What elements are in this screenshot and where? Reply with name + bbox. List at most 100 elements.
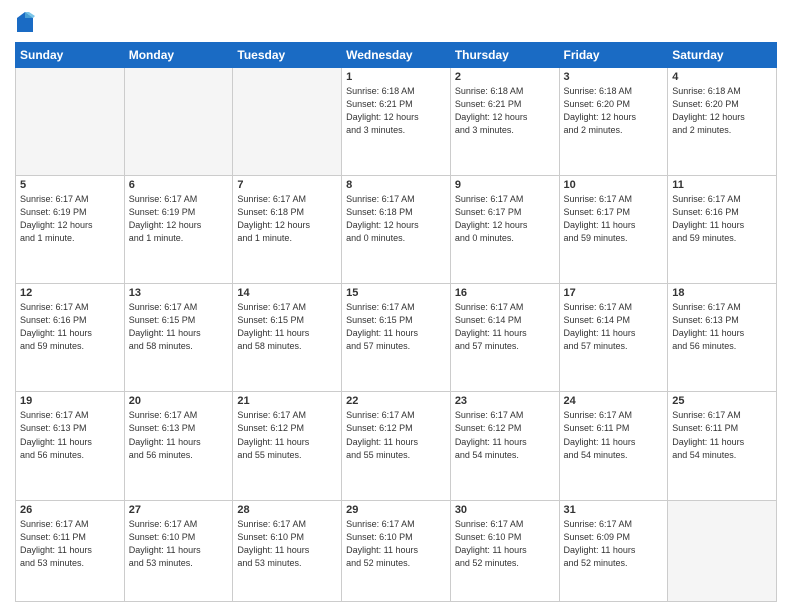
day-info: Sunrise: 6:17 AM Sunset: 6:12 PM Dayligh…: [237, 409, 337, 461]
calendar-cell: 16 Sunrise: 6:17 AM Sunset: 6:14 PM Dayli…: [450, 284, 559, 392]
day-info: Sunrise: 6:17 AM Sunset: 6:13 PM Dayligh…: [672, 301, 772, 353]
day-info: Sunrise: 6:17 AM Sunset: 6:15 PM Dayligh…: [346, 301, 446, 353]
calendar-cell: 13Sunrise: 6:17 AM Sunset: 6:15 PM Dayli…: [124, 284, 233, 392]
day-info: Sunrise: 6:17 AM Sunset: 6:15 PM Dayligh…: [129, 301, 229, 353]
day-number: 7: [237, 179, 337, 191]
calendar-cell: 19 Sunrise: 6:17 AM Sunset: 6:13 PM Dayli…: [16, 392, 125, 500]
calendar-week-0: 1Sunrise: 6:18 AM Sunset: 6:21 PM Daylig…: [16, 68, 777, 176]
calendar-cell: 3 Sunrise: 6:18 AM Sunset: 6:20 PM Daylig…: [559, 68, 668, 176]
day-number: 1: [346, 71, 446, 83]
day-number: 22: [346, 395, 446, 407]
day-number: 5: [20, 179, 120, 191]
day-header-saturday: Saturday: [668, 43, 777, 68]
day-info: Sunrise: 6:17 AM Sunset: 6:10 PM Dayligh…: [455, 518, 555, 570]
calendar-cell: 12Sunrise: 6:17 AM Sunset: 6:16 PM Dayli…: [16, 284, 125, 392]
day-info: Sunrise: 6:17 AM Sunset: 6:17 PM Dayligh…: [564, 193, 664, 245]
day-number: 16: [455, 287, 555, 299]
day-info: Sunrise: 6:17 AM Sunset: 6:12 PM Dayligh…: [346, 409, 446, 461]
calendar-cell: 18 Sunrise: 6:17 AM Sunset: 6:13 PM Dayli…: [668, 284, 777, 392]
calendar-cell: 5 Sunrise: 6:17 AM Sunset: 6:19 PM Daylig…: [16, 176, 125, 284]
day-info: Sunrise: 6:17 AM Sunset: 6:11 PM Dayligh…: [672, 409, 772, 461]
day-number: 19: [20, 395, 120, 407]
calendar-cell: 15 Sunrise: 6:17 AM Sunset: 6:15 PM Dayli…: [342, 284, 451, 392]
calendar-cell: 21 Sunrise: 6:17 AM Sunset: 6:12 PM Dayli…: [233, 392, 342, 500]
calendar-cell: 1Sunrise: 6:18 AM Sunset: 6:21 PM Daylig…: [342, 68, 451, 176]
day-info: Sunrise: 6:17 AM Sunset: 6:16 PM Dayligh…: [672, 193, 772, 245]
calendar-cell: 6 Sunrise: 6:17 AM Sunset: 6:19 PM Daylig…: [124, 176, 233, 284]
day-number: 8: [346, 179, 446, 191]
calendar-cell: 28 Sunrise: 6:17 AM Sunset: 6:10 PM Dayli…: [233, 500, 342, 601]
day-number: 4: [672, 71, 772, 83]
day-info: Sunrise: 6:17 AM Sunset: 6:18 PM Dayligh…: [237, 193, 337, 245]
day-info: Sunrise: 6:18 AM Sunset: 6:20 PM Dayligh…: [564, 85, 664, 137]
day-header-monday: Monday: [124, 43, 233, 68]
calendar: SundayMondayTuesdayWednesdayThursdayFrid…: [15, 42, 777, 602]
calendar-cell: 31Sunrise: 6:17 AM Sunset: 6:09 PM Dayli…: [559, 500, 668, 601]
day-number: 24: [564, 395, 664, 407]
header: [15, 10, 777, 34]
day-info: Sunrise: 6:18 AM Sunset: 6:20 PM Dayligh…: [672, 85, 772, 137]
day-info: Sunrise: 6:17 AM Sunset: 6:19 PM Dayligh…: [20, 193, 120, 245]
calendar-cell: 9 Sunrise: 6:17 AM Sunset: 6:17 PM Daylig…: [450, 176, 559, 284]
calendar-cell: [16, 68, 125, 176]
day-number: 6: [129, 179, 229, 191]
day-header-friday: Friday: [559, 43, 668, 68]
day-number: 9: [455, 179, 555, 191]
day-info: Sunrise: 6:17 AM Sunset: 6:13 PM Dayligh…: [20, 409, 120, 461]
day-number: 27: [129, 504, 229, 516]
calendar-cell: 4 Sunrise: 6:18 AM Sunset: 6:20 PM Daylig…: [668, 68, 777, 176]
calendar-week-1: 5 Sunrise: 6:17 AM Sunset: 6:19 PM Daylig…: [16, 176, 777, 284]
day-info: Sunrise: 6:17 AM Sunset: 6:19 PM Dayligh…: [129, 193, 229, 245]
calendar-cell: 27Sunrise: 6:17 AM Sunset: 6:10 PM Dayli…: [124, 500, 233, 601]
day-number: 31: [564, 504, 664, 516]
day-info: Sunrise: 6:17 AM Sunset: 6:11 PM Dayligh…: [564, 409, 664, 461]
calendar-header-row: SundayMondayTuesdayWednesdayThursdayFrid…: [16, 43, 777, 68]
day-info: Sunrise: 6:17 AM Sunset: 6:10 PM Dayligh…: [237, 518, 337, 570]
calendar-week-4: 26Sunrise: 6:17 AM Sunset: 6:11 PM Dayli…: [16, 500, 777, 601]
calendar-cell: [124, 68, 233, 176]
calendar-week-2: 12Sunrise: 6:17 AM Sunset: 6:16 PM Dayli…: [16, 284, 777, 392]
day-info: Sunrise: 6:17 AM Sunset: 6:18 PM Dayligh…: [346, 193, 446, 245]
day-info: Sunrise: 6:17 AM Sunset: 6:16 PM Dayligh…: [20, 301, 120, 353]
calendar-cell: 2Sunrise: 6:18 AM Sunset: 6:21 PM Daylig…: [450, 68, 559, 176]
day-number: 15: [346, 287, 446, 299]
calendar-cell: [668, 500, 777, 601]
calendar-cell: 11 Sunrise: 6:17 AM Sunset: 6:16 PM Dayli…: [668, 176, 777, 284]
calendar-cell: 26Sunrise: 6:17 AM Sunset: 6:11 PM Dayli…: [16, 500, 125, 601]
day-number: 26: [20, 504, 120, 516]
day-number: 11: [672, 179, 772, 191]
day-number: 29: [346, 504, 446, 516]
day-number: 28: [237, 504, 337, 516]
day-number: 3: [564, 71, 664, 83]
day-number: 17: [564, 287, 664, 299]
day-info: Sunrise: 6:17 AM Sunset: 6:12 PM Dayligh…: [455, 409, 555, 461]
calendar-cell: 14Sunrise: 6:17 AM Sunset: 6:15 PM Dayli…: [233, 284, 342, 392]
day-number: 18: [672, 287, 772, 299]
calendar-cell: 23Sunrise: 6:17 AM Sunset: 6:12 PM Dayli…: [450, 392, 559, 500]
day-header-tuesday: Tuesday: [233, 43, 342, 68]
day-header-wednesday: Wednesday: [342, 43, 451, 68]
day-info: Sunrise: 6:17 AM Sunset: 6:14 PM Dayligh…: [455, 301, 555, 353]
logo: [15, 10, 39, 34]
calendar-cell: 25Sunrise: 6:17 AM Sunset: 6:11 PM Dayli…: [668, 392, 777, 500]
page: SundayMondayTuesdayWednesdayThursdayFrid…: [0, 0, 792, 612]
day-number: 21: [237, 395, 337, 407]
calendar-cell: 22 Sunrise: 6:17 AM Sunset: 6:12 PM Dayli…: [342, 392, 451, 500]
calendar-cell: 20Sunrise: 6:17 AM Sunset: 6:13 PM Dayli…: [124, 392, 233, 500]
day-header-sunday: Sunday: [16, 43, 125, 68]
day-header-thursday: Thursday: [450, 43, 559, 68]
day-number: 2: [455, 71, 555, 83]
calendar-cell: 30Sunrise: 6:17 AM Sunset: 6:10 PM Dayli…: [450, 500, 559, 601]
logo-icon: [15, 10, 35, 34]
calendar-week-3: 19 Sunrise: 6:17 AM Sunset: 6:13 PM Dayli…: [16, 392, 777, 500]
day-info: Sunrise: 6:17 AM Sunset: 6:15 PM Dayligh…: [237, 301, 337, 353]
calendar-cell: 29 Sunrise: 6:17 AM Sunset: 6:10 PM Dayli…: [342, 500, 451, 601]
day-info: Sunrise: 6:17 AM Sunset: 6:13 PM Dayligh…: [129, 409, 229, 461]
day-info: Sunrise: 6:17 AM Sunset: 6:10 PM Dayligh…: [346, 518, 446, 570]
day-number: 10: [564, 179, 664, 191]
day-info: Sunrise: 6:17 AM Sunset: 6:17 PM Dayligh…: [455, 193, 555, 245]
calendar-cell: 7 Sunrise: 6:17 AM Sunset: 6:18 PM Daylig…: [233, 176, 342, 284]
calendar-cell: 8 Sunrise: 6:17 AM Sunset: 6:18 PM Daylig…: [342, 176, 451, 284]
day-info: Sunrise: 6:17 AM Sunset: 6:14 PM Dayligh…: [564, 301, 664, 353]
calendar-cell: [233, 68, 342, 176]
